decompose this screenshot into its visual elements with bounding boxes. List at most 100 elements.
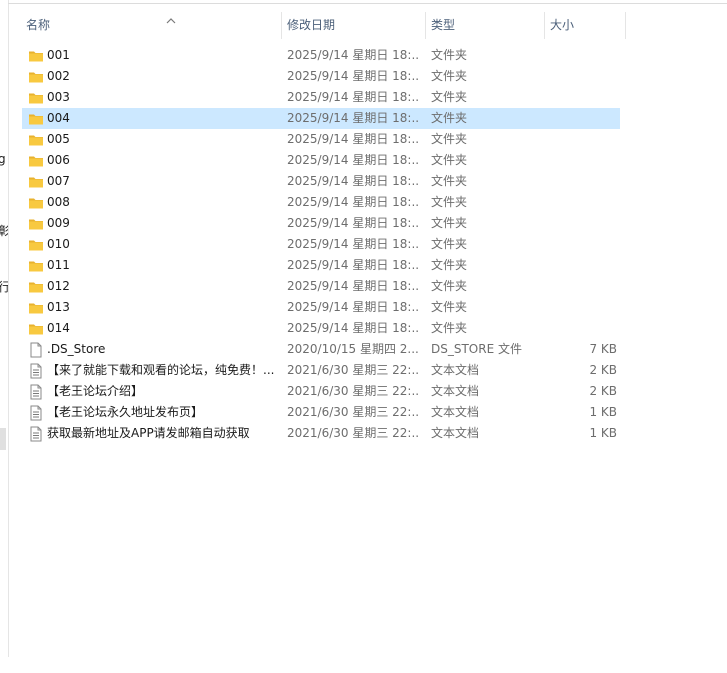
file-modified-date: 2021/6/30 星期三 22:... (287, 426, 419, 440)
folder-icon (28, 90, 44, 106)
file-size (545, 256, 617, 275)
file-name: 007 (47, 174, 70, 188)
file-row[interactable]: 【老王论坛永久地址发布页】 2021/6/30 星期三 22:... 文本文档 1 K… (22, 402, 620, 423)
file-size (545, 46, 617, 65)
file-name: 008 (47, 195, 70, 209)
file-size (545, 193, 617, 212)
file-row[interactable]: 003 2025/9/14 星期日 18:... 文件夹 (22, 87, 620, 108)
file-type: 文本文档 (431, 405, 480, 419)
nav-selected-item[interactable] (0, 428, 6, 450)
column-resize-handle[interactable] (625, 12, 626, 39)
file-size (545, 88, 617, 107)
file-size (545, 130, 617, 149)
column-header-size-label: 大小 (550, 18, 575, 32)
folder-icon (28, 132, 44, 148)
folder-icon (28, 258, 44, 274)
file-row[interactable]: 010 2025/9/14 星期日 18:... 文件夹 (22, 234, 620, 255)
file-modified-date: 2020/10/15 星期四 2... (287, 342, 419, 356)
file-row-selected[interactable]: 004 2025/9/14 星期日 18:... 文件夹 (22, 108, 620, 129)
file-row[interactable]: 013 2025/9/14 星期日 18:... 文件夹 (22, 297, 620, 318)
file-type: 文件夹 (431, 69, 468, 83)
file-list: 001 2025/9/14 星期日 18:... 文件夹 002 2025/9/14 星… (22, 45, 622, 444)
file-size (545, 151, 617, 170)
file-modified-date: 2025/9/14 星期日 18:... (287, 153, 419, 167)
column-resize-handle[interactable] (281, 12, 282, 39)
file-explorer-window: g 彰 行 名称 修改日期 类型 大小 001 2025/9/14 星期日 18:… (0, 0, 727, 673)
file-modified-date: 2025/9/14 星期日 18:... (287, 90, 419, 104)
file-type: 文件夹 (431, 48, 468, 62)
file-name: 【来了就能下载和观看的论坛，纯免费！... (47, 363, 275, 377)
folder-icon (28, 216, 44, 232)
file-row[interactable]: 001 2025/9/14 星期日 18:... 文件夹 (22, 45, 620, 66)
folder-icon (28, 300, 44, 316)
file-size: 7 KB (589, 342, 617, 356)
file-modified-date: 2025/9/14 星期日 18:... (287, 321, 419, 335)
file-size (545, 235, 617, 254)
column-header: 名称 修改日期 类型 大小 (22, 12, 626, 39)
file-name: 013 (47, 300, 70, 314)
column-header-modified-label: 修改日期 (287, 18, 336, 32)
file-modified-date: 2025/9/14 星期日 18:... (287, 195, 419, 209)
file-row[interactable]: 002 2025/9/14 星期日 18:... 文件夹 (22, 66, 620, 87)
file-modified-date: 2025/9/14 星期日 18:... (287, 279, 419, 293)
nav-fragment-1: g (0, 152, 6, 166)
file-row[interactable]: 005 2025/9/14 星期日 18:... 文件夹 (22, 129, 620, 150)
file-row[interactable]: .DS_Store 2020/10/15 星期四 2... DS_STORE 文件 7… (22, 339, 620, 360)
column-header-type[interactable]: 类型 (427, 12, 545, 39)
file-row[interactable]: 【老王论坛介绍】 2021/6/30 星期三 22:... 文本文档 2 KB (22, 381, 620, 402)
column-header-name-label: 名称 (26, 18, 51, 32)
nav-fragment-2: 彰 (0, 222, 8, 239)
file-modified-date: 2025/9/14 星期日 18:... (287, 216, 419, 230)
file-name: 获取最新地址及APP请发邮箱自动获取 (47, 426, 250, 440)
file-name: .DS_Store (47, 342, 106, 356)
file-row[interactable]: 【来了就能下载和观看的论坛，纯免费！... 2021/6/30 星期三 22:..… (22, 360, 620, 381)
file-row[interactable]: 006 2025/9/14 星期日 18:... 文件夹 (22, 150, 620, 171)
file-name: 001 (47, 48, 70, 62)
column-header-type-label: 类型 (431, 18, 456, 32)
file-row[interactable]: 008 2025/9/14 星期日 18:... 文件夹 (22, 192, 620, 213)
file-row[interactable]: 011 2025/9/14 星期日 18:... 文件夹 (22, 255, 620, 276)
column-resize-handle[interactable] (544, 12, 545, 39)
column-resize-handle[interactable] (425, 12, 426, 39)
text-file-icon (28, 384, 44, 400)
column-header-size[interactable]: 大小 (546, 12, 626, 39)
folder-icon (28, 195, 44, 211)
file-type: 文件夹 (431, 321, 468, 335)
file-type: 文件夹 (431, 216, 468, 230)
file-type: 文件夹 (431, 195, 468, 209)
text-file-icon (28, 426, 44, 442)
file-type: 文件夹 (431, 90, 468, 104)
file-size (545, 319, 617, 338)
folder-icon (28, 279, 44, 295)
column-header-name[interactable]: 名称 (22, 12, 282, 39)
blank-file-icon (28, 342, 44, 358)
file-modified-date: 2021/6/30 星期三 22:... (287, 405, 419, 419)
file-modified-date: 2021/6/30 星期三 22:... (287, 384, 419, 398)
column-header-modified[interactable]: 修改日期 (283, 12, 426, 39)
file-size (545, 67, 617, 86)
file-name: 004 (47, 111, 70, 125)
file-name: 【老王论坛介绍】 (47, 384, 144, 398)
file-type: 文件夹 (431, 258, 468, 272)
navigation-pane-edge[interactable]: g 彰 行 (0, 0, 9, 657)
file-type: 文件夹 (431, 279, 468, 293)
file-size: 1 KB (589, 426, 617, 440)
file-row[interactable]: 009 2025/9/14 星期日 18:... 文件夹 (22, 213, 620, 234)
file-row[interactable]: 012 2025/9/14 星期日 18:... 文件夹 (22, 276, 620, 297)
folder-icon (28, 48, 44, 64)
file-row[interactable]: 014 2025/9/14 星期日 18:... 文件夹 (22, 318, 620, 339)
file-size: 2 KB (589, 384, 617, 398)
file-name: 003 (47, 90, 70, 104)
file-modified-date: 2025/9/14 星期日 18:... (287, 111, 419, 125)
file-row[interactable]: 获取最新地址及APP请发邮箱自动获取 2021/6/30 星期三 22:... 文本… (22, 423, 620, 444)
file-type: 文件夹 (431, 237, 468, 251)
folder-icon (28, 174, 44, 190)
file-type: 文件夹 (431, 174, 468, 188)
folder-icon (28, 111, 44, 127)
file-name: 005 (47, 132, 70, 146)
file-type: 文本文档 (431, 384, 480, 398)
file-name: 010 (47, 237, 70, 251)
file-type: 文本文档 (431, 363, 480, 377)
file-name: 006 (47, 153, 70, 167)
file-row[interactable]: 007 2025/9/14 星期日 18:... 文件夹 (22, 171, 620, 192)
